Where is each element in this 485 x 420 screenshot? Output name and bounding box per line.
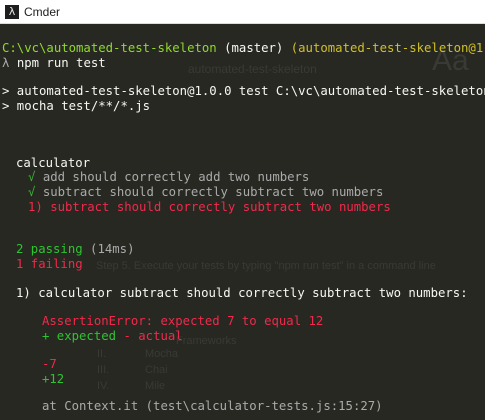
- lambda-prompt-icon: λ: [2, 56, 10, 70]
- window-title: Cmder: [24, 4, 61, 19]
- prompt-path: C:\vc\automated-test-skeleton: [2, 41, 217, 55]
- diff-plus-line: +12: [42, 372, 65, 386]
- actual-label: - actual: [123, 329, 183, 343]
- command-line: λ npm run test: [2, 56, 106, 71]
- prompt-line: C:\vc\automated-test-skeleton (master) (…: [2, 41, 485, 56]
- diff-minus-line: -7: [42, 357, 57, 371]
- test-pass-label: add should correctly add two numbers: [42, 170, 310, 184]
- test-pass-label: subtract should correctly subtract two n…: [42, 185, 384, 199]
- git-branch: (master): [224, 41, 284, 55]
- ghost-step: Step 5. Execute your tests by typing "np…: [96, 260, 436, 272]
- assertion-error: AssertionError: expected 7 to equal 12: [42, 314, 324, 328]
- title-bar: λ Cmder: [0, 0, 485, 24]
- passing-time: (14ms): [90, 242, 135, 256]
- failure-header: 1) calculator subtract should correctly …: [16, 286, 468, 300]
- npm-script-line: > automated-test-skeleton@1.0.0 test C:\…: [2, 84, 485, 98]
- ghost-mile: Mile: [145, 380, 166, 392]
- test-pass-row: √ subtract should correctly subtract two…: [28, 185, 383, 200]
- expected-label: + expected: [42, 329, 117, 343]
- check-icon: √: [28, 170, 36, 184]
- check-icon: √: [28, 185, 36, 199]
- mocha-command-line: > mocha test/**/*.js: [2, 99, 151, 113]
- test-fail-row: 1) subtract should correctly subtract tw…: [28, 200, 391, 214]
- lambda-icon: λ: [5, 4, 19, 19]
- diff-legend: + expected - actual: [42, 329, 183, 344]
- suite-name: calculator: [16, 156, 91, 170]
- passing-summary: 2 passing (14ms): [16, 242, 134, 257]
- ghost-numeral-ii: II.: [97, 348, 107, 360]
- test-pass-row: √ add should correctly add two numbers: [28, 170, 309, 185]
- ghost-mocha: Mocha: [145, 348, 179, 360]
- passing-count: 2 passing: [16, 242, 83, 256]
- package-version: (automated-test-skeleton@1.0.0): [290, 41, 485, 55]
- failing-count: 1 failing: [16, 257, 83, 271]
- ghost-subtitle: automated-test-skeleton: [188, 62, 317, 76]
- stack-trace-line: at Context.it (test\calculator-tests.js:…: [42, 399, 383, 413]
- ghost-chai: Chai: [145, 364, 168, 376]
- ghost-numeral-iii: III.: [97, 364, 110, 376]
- ghost-numeral-iv: IV.: [97, 380, 110, 392]
- command-text: npm run test: [16, 56, 106, 70]
- ghost-frameworks: Frameworks: [176, 335, 237, 347]
- terminal-output[interactable]: Aa automated-test-skeleton Step 5. Execu…: [0, 24, 485, 420]
